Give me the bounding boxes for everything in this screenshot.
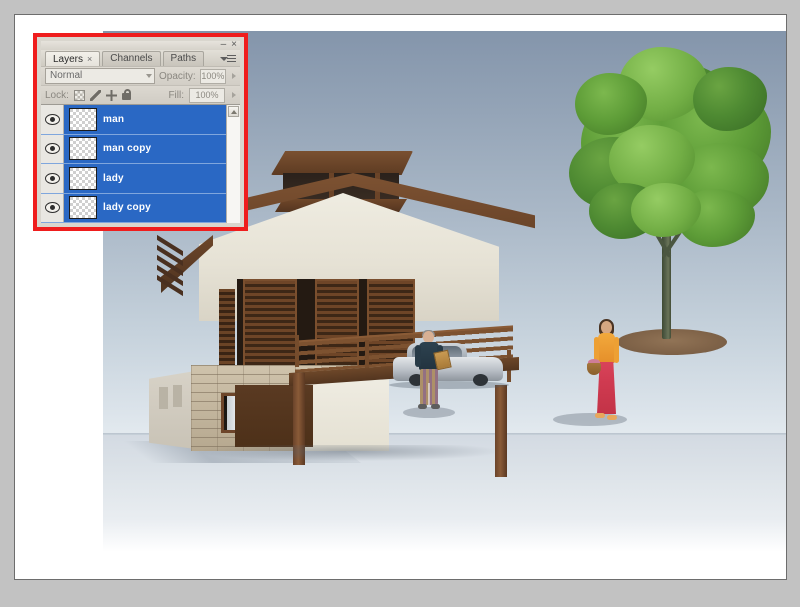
louver-panel-narrow <box>219 289 235 377</box>
lady-arm <box>614 337 619 363</box>
layer-thumbnail[interactable] <box>69 166 97 190</box>
layer-name: lady <box>103 172 124 184</box>
layer-list-scrollbar[interactable] <box>226 105 240 223</box>
lady-torso <box>598 333 615 363</box>
tab-layers-label: Layers <box>53 54 84 65</box>
lady-shoe <box>595 413 605 418</box>
layer-list[interactable]: man man copy lady lady copy <box>41 104 240 223</box>
car-wheel <box>473 374 488 386</box>
layer-visibility-toggle[interactable] <box>41 134 64 163</box>
lock-all-icon[interactable] <box>121 89 131 100</box>
layer-visibility-toggle[interactable] <box>41 105 64 134</box>
blend-mode-row: Normal Opacity: 100% <box>41 66 240 85</box>
minimize-icon[interactable]: – <box>221 40 227 50</box>
man-arm <box>415 345 421 367</box>
layer-name: man <box>103 113 125 125</box>
lady-figure <box>553 319 627 429</box>
panel-menu-lines-icon <box>227 55 236 63</box>
layer-row-lady-copy[interactable]: lady copy <box>41 193 226 223</box>
blend-mode-select[interactable]: Normal <box>45 68 155 84</box>
tree <box>565 33 775 363</box>
railing-post <box>295 335 299 367</box>
scroll-up-button[interactable] <box>228 106 239 117</box>
layer-row-man-copy[interactable]: man copy <box>41 134 226 164</box>
man-leg-gap <box>428 383 430 405</box>
screenshot-root: – × Layers × Channels Paths Normal Opaci… <box>0 0 800 607</box>
layer-row-man[interactable]: man <box>41 105 226 135</box>
panel-menu-icon[interactable] <box>220 53 236 65</box>
lock-image-icon[interactable] <box>89 89 101 101</box>
opacity-label: Opacity: <box>159 70 196 82</box>
close-icon[interactable]: × <box>231 40 237 50</box>
car-shadow <box>389 381 509 389</box>
blend-mode-value: Normal <box>50 69 83 81</box>
layer-thumbnail[interactable] <box>69 137 97 161</box>
lock-position-icon[interactable] <box>105 89 117 101</box>
layer-visibility-toggle[interactable] <box>41 164 64 193</box>
layer-name: lady copy <box>103 202 151 214</box>
lock-row: Lock: Fill: 100% <box>41 85 240 104</box>
fill-label: Fill: <box>168 89 184 101</box>
tab-paths-label: Paths <box>170 53 197 64</box>
layer-row-lady[interactable]: lady <box>41 164 226 194</box>
layer-name: man copy <box>103 143 152 155</box>
panel-titlebar: – × <box>41 40 240 50</box>
man-figure <box>403 330 455 418</box>
carport-shadow <box>199 445 499 461</box>
tab-close-icon[interactable]: × <box>87 54 92 64</box>
eye-icon <box>44 113 60 125</box>
annotation-highlight-box: – × Layers × Channels Paths Normal Opaci… <box>33 33 248 231</box>
opacity-input[interactable]: 100% <box>199 68 226 84</box>
dormer-roof <box>271 151 413 175</box>
lock-label: Lock: <box>45 89 69 101</box>
tree-mulch-bed <box>617 329 727 355</box>
eye-icon <box>44 143 60 155</box>
fill-input[interactable]: 100% <box>189 87 225 103</box>
man-shadow <box>403 407 455 418</box>
lady-shoe <box>607 415 617 420</box>
carport-post <box>495 385 507 477</box>
tab-channels[interactable]: Channels <box>102 51 161 66</box>
layer-thumbnail[interactable] <box>69 107 97 131</box>
layer-thumbnail[interactable] <box>69 196 97 220</box>
chevron-down-icon <box>146 74 152 78</box>
eye-icon <box>44 172 60 184</box>
eye-icon <box>44 202 60 214</box>
layer-rows: man man copy lady lady copy <box>41 105 226 223</box>
lock-transparency-icon[interactable] <box>73 89 85 101</box>
scroll-up-icon <box>230 109 237 114</box>
layers-panel: – × Layers × Channels Paths Normal Opaci… <box>41 40 240 223</box>
lady-basket <box>587 363 601 375</box>
tab-paths[interactable]: Paths <box>162 51 205 66</box>
louver-panel <box>243 279 297 377</box>
layer-visibility-toggle[interactable] <box>41 193 64 222</box>
eave-rafter-tails <box>157 234 203 297</box>
tab-layers[interactable]: Layers × <box>45 51 101 66</box>
man-shoe <box>431 404 440 409</box>
tab-channels-label: Channels <box>110 53 153 64</box>
panel-tabstrip: Layers × Channels Paths <box>41 50 240 66</box>
side-wall <box>149 371 195 449</box>
opacity-slider-arrow-icon[interactable] <box>232 73 236 79</box>
scrollbar-track[interactable] <box>227 117 240 223</box>
man-shoe <box>418 404 427 409</box>
fill-slider-arrow-icon[interactable] <box>232 92 236 98</box>
window-controls: – × <box>221 40 237 50</box>
